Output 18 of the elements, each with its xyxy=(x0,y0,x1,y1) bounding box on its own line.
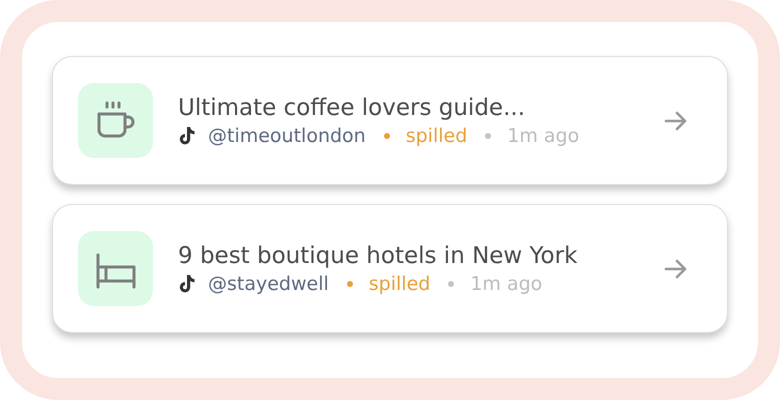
account-handle: @timeoutlondon xyxy=(208,124,366,146)
link-card[interactable]: 9 best boutique hotels in New York @stayedwell spilled 1m ago xyxy=(52,204,728,333)
card-title: 9 best boutique hotels in New York xyxy=(178,242,578,268)
separator-dot xyxy=(384,132,390,138)
separator-dot xyxy=(485,132,492,138)
separator-dot xyxy=(448,280,454,286)
status-label: spilled xyxy=(406,124,468,146)
separator-dot xyxy=(346,280,353,286)
music-note-icon xyxy=(178,126,196,146)
bed-icon xyxy=(96,253,135,288)
timestamp: 1m ago xyxy=(507,124,580,146)
timestamp: 1m ago xyxy=(470,272,542,294)
card-title: Ultimate coffee lovers guide... xyxy=(178,94,526,120)
link-card[interactable]: Ultimate coffee lovers guide... @timeoutlondon spilled 1m ago xyxy=(52,56,728,185)
status-label: spilled xyxy=(368,272,430,294)
account-handle: @stayedwell xyxy=(208,272,329,294)
mug-icon xyxy=(97,101,134,137)
music-note-icon xyxy=(178,274,196,294)
